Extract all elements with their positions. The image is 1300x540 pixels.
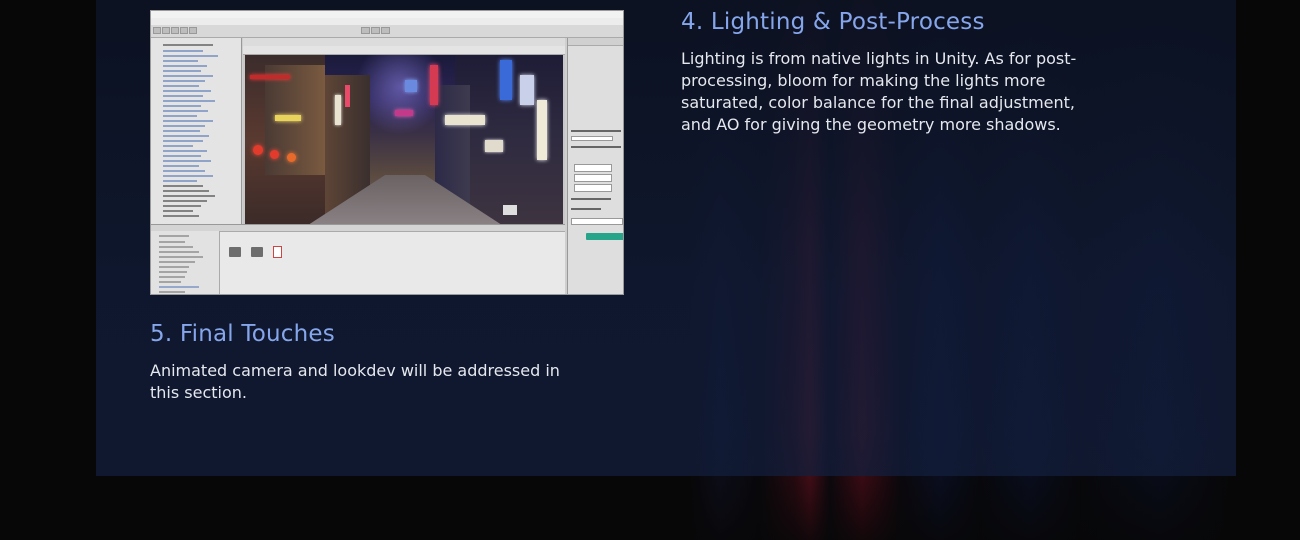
- hierarchy-panel: [151, 38, 242, 224]
- inspector-panel: [567, 38, 623, 294]
- section-heading-final-touches: 5. Final Touches: [150, 321, 335, 347]
- pause-icon: [371, 27, 380, 34]
- move-tool-icon: [162, 27, 170, 34]
- section-body-final-touches: Animated camera and lookdev will be addr…: [150, 361, 560, 402]
- section-body-lighting: Lighting is from native lights in Unity.…: [681, 49, 1077, 134]
- rect-tool-icon: [189, 27, 197, 34]
- game-view-toolbar: [243, 46, 565, 55]
- scale-tool-icon: [180, 27, 188, 34]
- project-tree: [151, 231, 220, 294]
- play-icon: [361, 27, 370, 34]
- section-heading-lighting: 4. Lighting & Post-Process: [681, 9, 985, 35]
- folder-icon: [229, 247, 241, 257]
- hand-tool-icon: [153, 27, 161, 34]
- step-icon: [381, 27, 390, 34]
- script-file-icon: [273, 246, 282, 258]
- scene-view-panel: [243, 38, 565, 227]
- project-panel: [151, 224, 565, 294]
- take-screenshot-button: [586, 233, 623, 240]
- rotate-tool-icon: [171, 27, 179, 34]
- unity-editor-screenshot: [150, 10, 624, 295]
- editor-toolbar: [151, 25, 623, 38]
- tokyo-street-render: [245, 55, 563, 227]
- folder-icon: [251, 247, 263, 257]
